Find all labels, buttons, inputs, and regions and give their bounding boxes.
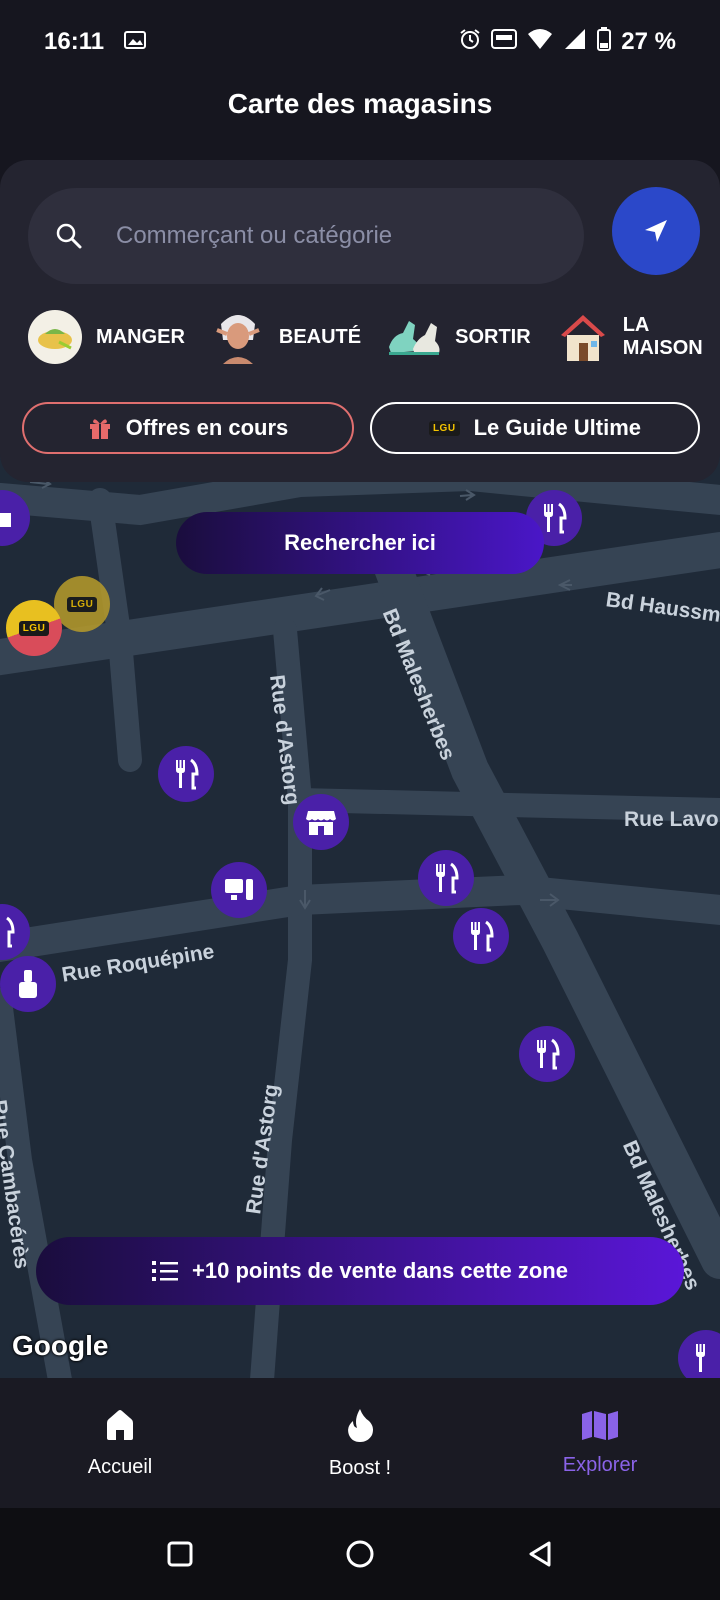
restaurant-pin[interactable] [418,850,474,906]
category-sortir[interactable]: SORTIR [387,310,531,364]
gallery-icon [124,28,147,56]
beauty-icon [211,310,265,364]
status-time: 16:11 [44,28,105,55]
page-title: Carte des magasins [227,88,493,119]
shop-icon [0,513,11,527]
category-label: BEAUTÉ [278,325,362,348]
fork-knife-icon [6,916,15,948]
restaurant-pin[interactable] [519,1026,575,1082]
bottom-navigation: Accueil Boost ! Explorer [0,1378,720,1508]
fork-knife-icon [471,920,494,952]
category-maison[interactable]: LA MAISON [557,310,720,364]
recents-icon[interactable] [166,1540,194,1568]
offers-button[interactable]: Offres en cours [22,402,354,454]
fork-knife-icon [544,502,567,534]
restaurant-pin[interactable] [158,746,214,802]
house-icon [557,310,609,364]
street-label: Rue Lavo [624,808,719,831]
shoes-icon [387,310,441,364]
home-icon [107,1409,133,1440]
offers-label: Offres en cours [125,415,289,440]
fork-knife-icon [696,1344,705,1372]
search-input[interactable] [116,222,536,250]
wifi-icon [527,28,553,57]
locate-button[interactable] [612,187,700,275]
store-pin[interactable] [293,794,349,850]
category-beaute[interactable]: BEAUTÉ [211,310,361,364]
nav-explore[interactable]: Explorer [500,1410,700,1477]
alarm-icon [459,28,481,57]
guide-label: Le Guide Ultime [473,415,642,440]
restaurant-pin[interactable] [453,908,509,964]
nav-boost[interactable]: Boost ! [260,1407,460,1480]
beauty-pin[interactable] [0,956,56,1012]
back-icon[interactable] [526,1540,554,1568]
gift-icon [89,419,110,439]
guide-button[interactable]: LGU Le Guide Ultime [370,402,700,454]
map-icon [582,1410,618,1440]
category-manger[interactable]: MANGER [28,310,185,364]
signal-icon [563,28,587,57]
nav-home[interactable]: Accueil [20,1408,220,1479]
lgu-badge: LGU [18,620,50,636]
home-circle-icon[interactable] [345,1539,375,1569]
category-label: SORTIR [455,325,531,348]
battery-icon [597,26,612,58]
zone-button-label: +10 points de vente dans cette zone [192,1258,568,1283]
fork-knife-icon [436,862,459,894]
fork-knife-icon [176,758,199,790]
auto-hz-icon [491,28,518,57]
nav-explore-label: Explorer [562,1453,638,1476]
fork-knife-icon [537,1038,560,1070]
system-navigation [0,1508,720,1600]
lgu-logo: LGU [428,420,460,436]
nav-boost-label: Boost ! [328,1456,392,1479]
food-icon [28,310,82,364]
search-box[interactable] [28,188,584,284]
storefront-icon [306,811,336,835]
google-attribution: Google [12,1330,109,1361]
electronics-pin[interactable] [211,862,267,918]
category-label: MANGER [96,325,185,348]
filter-pills: Offres en cours LGU Le Guide Ultime [22,402,700,454]
nav-home-label: Accueil [87,1455,153,1478]
search-panel: MANGER BEAUTÉ SORTIR LA MAISON [0,160,720,482]
computer-icon [225,879,253,900]
search-icon [56,223,82,249]
category-label: LA MAISON [622,314,703,359]
lgu-pin[interactable]: LGU [54,576,110,632]
battery-level: 27 % [621,28,676,55]
flame-icon [348,1408,373,1442]
navigation-arrow-icon [645,220,667,242]
lgu-pin[interactable]: LGU [6,600,62,656]
search-here-button[interactable]: Rechercher ici [176,512,544,574]
status-bar: 16:11 27 % [0,0,720,84]
app-screen: 16:11 27 % Carte des magasins Bd Haussm … [0,0,720,1600]
category-list: MANGER BEAUTÉ SORTIR LA MAISON [28,310,720,364]
nail-polish-icon [19,970,37,998]
list-icon [152,1261,179,1281]
zone-list-button[interactable]: +10 points de vente dans cette zone [36,1237,684,1305]
lgu-badge: LGU [66,596,98,612]
